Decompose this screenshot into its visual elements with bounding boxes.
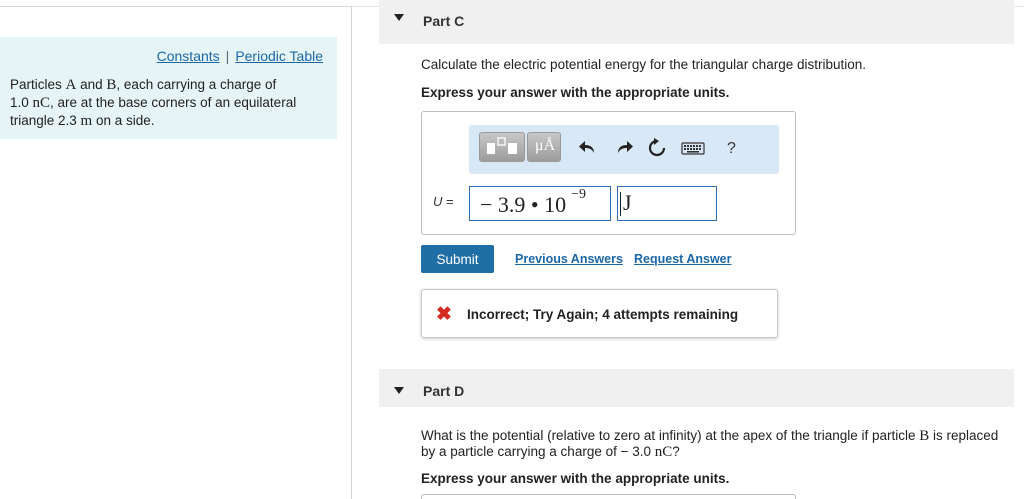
answer-unit-input[interactable]: J: [617, 186, 717, 221]
units-label: μÅ: [535, 137, 556, 154]
link-separator: |: [225, 48, 230, 64]
question-text: What is the potential (relative to zero …: [421, 428, 920, 443]
unit-m: m: [80, 113, 93, 129]
column-divider: [351, 6, 352, 499]
answer-unit-text: J: [620, 190, 632, 216]
problem-statement: Particles A and B, each carrying a charg…: [10, 76, 330, 130]
part-c-instruction: Express your answer with the appropriate…: [421, 85, 730, 100]
problem-text: triangle 2.3: [10, 113, 81, 128]
question-text: by a particle carrying a charge of − 3.0: [421, 444, 655, 459]
variable-u: U: [433, 194, 443, 209]
problem-text: and: [76, 77, 107, 92]
feedback-text: Incorrect; Try Again; 4 attempts remaini…: [467, 307, 739, 322]
math-toolbar: μÅ ?: [469, 125, 779, 174]
problem-text: 1.0: [10, 95, 33, 110]
problem-text: , each carrying a charge of: [116, 77, 277, 92]
particle-b-symbol: B: [106, 77, 117, 93]
feedback-message-box: ✖ Incorrect; Try Again; 4 attempts remai…: [421, 289, 778, 338]
answer-input-box: μÅ ? U = − 3.9 • 10 −9 J: [421, 111, 796, 235]
part-d-instruction: Express your answer with the appropriate…: [421, 471, 730, 486]
particle-b-symbol: B: [919, 428, 930, 444]
previous-answers-link[interactable]: Previous Answers: [515, 252, 623, 266]
part-d-question: What is the potential (relative to zero …: [421, 428, 998, 460]
collapse-caret-icon[interactable]: [394, 387, 404, 394]
unit-nc: nC: [654, 444, 673, 460]
answer-mantissa: − 3.9 • 10: [480, 192, 567, 217]
incorrect-x-icon: ✖: [436, 304, 452, 325]
particle-a-symbol: A: [65, 77, 77, 93]
answer-variable-label: U =: [433, 194, 454, 209]
top-divider: [0, 6, 351, 7]
answer-value-text: − 3.9 • 10 −9: [480, 187, 586, 218]
collapse-caret-icon[interactable]: [394, 14, 404, 21]
problem-text: , are at the base corners of an equilate…: [50, 95, 297, 110]
submit-button[interactable]: Submit: [421, 245, 494, 273]
templates-icon: [487, 137, 517, 154]
keyboard-icon[interactable]: [680, 137, 706, 159]
problem-text: Particles: [10, 77, 66, 92]
reset-icon[interactable]: [646, 137, 668, 159]
part-d-answer-box: [421, 494, 796, 499]
question-text: is replaced: [929, 428, 999, 443]
undo-icon[interactable]: [577, 137, 599, 159]
equals-sign: =: [446, 194, 454, 209]
constants-link[interactable]: Constants: [157, 48, 220, 64]
part-c-title: Part C: [423, 13, 465, 29]
answer-value-input[interactable]: − 3.9 • 10 −9: [469, 186, 611, 221]
templates-button[interactable]: [479, 132, 525, 162]
part-d-header[interactable]: Part D: [379, 369, 1014, 407]
redo-icon[interactable]: [613, 137, 635, 159]
help-button[interactable]: ?: [727, 140, 736, 158]
part-c-question: Calculate the electric potential energy …: [421, 57, 866, 72]
part-d-title: Part D: [423, 383, 465, 399]
part-c-header[interactable]: Part C: [379, 0, 1014, 44]
unit-nc: nC: [32, 95, 51, 111]
periodic-table-link[interactable]: Periodic Table: [235, 48, 323, 64]
answer-exponent: −9: [571, 186, 587, 202]
request-answer-link[interactable]: Request Answer: [634, 252, 731, 266]
reference-links: Constants | Periodic Table: [157, 48, 323, 64]
units-button[interactable]: μÅ: [527, 132, 561, 162]
problem-info-panel: Constants | Periodic Table Particles A and…: [0, 37, 337, 139]
problem-text: on a side.: [92, 113, 155, 128]
question-text: ?: [672, 444, 680, 459]
